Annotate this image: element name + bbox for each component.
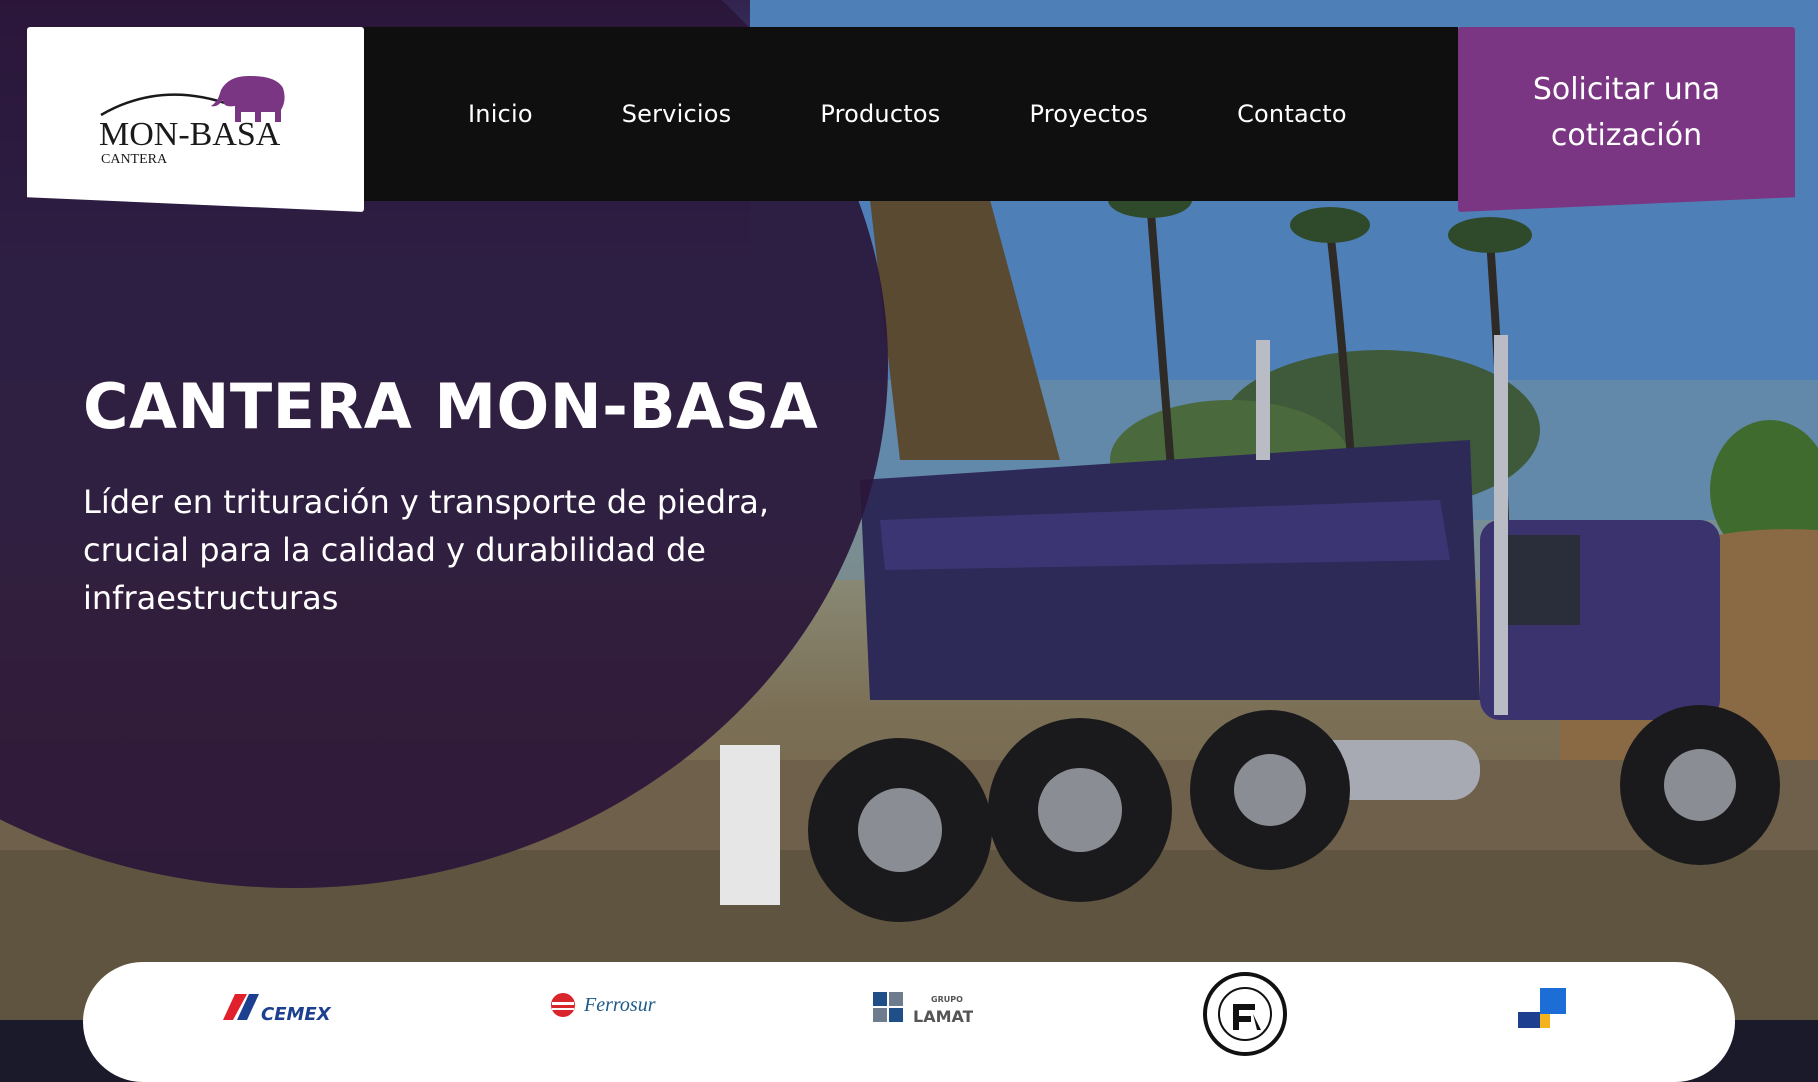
- request-quote-label: Solicitar una cotización: [1532, 72, 1721, 153]
- request-quote-button[interactable]: Solicitar una cotización: [1458, 27, 1795, 212]
- blue-squares-logo-icon: [1518, 988, 1566, 1028]
- svg-text:CEMEX: CEMEX: [261, 1004, 332, 1024]
- ferrosur-text: Ferrosur: [584, 994, 656, 1016]
- partner-concreto[interactable]: [1203, 972, 1287, 1056]
- hero-subtitle: Líder en trituración y transporte de pie…: [83, 483, 770, 617]
- partner-cemex[interactable]: CEMEX: [223, 990, 333, 1030]
- main-nav: Inicio Servicios Productos Proyectos Con…: [364, 27, 1458, 201]
- svg-text:MON-BASA: MON-BASA: [99, 116, 281, 153]
- nav-item-productos[interactable]: Productos: [820, 100, 940, 128]
- elephant-logo-icon: MON-BASA CANTERA: [99, 75, 285, 167]
- nav-item-contacto[interactable]: Contacto: [1237, 100, 1347, 128]
- partner-blue-squares[interactable]: [1518, 988, 1578, 1028]
- ferrosur-logo-icon: [551, 993, 575, 1017]
- hero-title: CANTERA MON-BASA: [83, 370, 819, 443]
- concreto-seal-icon: [1203, 972, 1287, 1056]
- nav-item-proyectos[interactable]: Proyectos: [1029, 100, 1148, 128]
- brand-logo[interactable]: MON-BASA CANTERA: [27, 27, 364, 212]
- partner-logos-strip: CEMEX Ferrosur GRUPO LAMAT: [83, 962, 1735, 1082]
- partner-lamat[interactable]: GRUPO LAMAT: [873, 990, 973, 1030]
- svg-text:CANTERA: CANTERA: [101, 152, 168, 167]
- svg-text:GRUPO: GRUPO: [931, 995, 963, 1004]
- nav-item-servicios[interactable]: Servicios: [622, 100, 732, 128]
- svg-text:LAMAT: LAMAT: [913, 1007, 973, 1024]
- lamat-logo-icon: GRUPO LAMAT: [873, 992, 973, 1024]
- nav-item-inicio[interactable]: Inicio: [468, 100, 533, 128]
- partner-ferrosur[interactable]: Ferrosur: [548, 990, 655, 1030]
- nav-list: Inicio Servicios Productos Proyectos Con…: [364, 27, 1458, 201]
- cemex-logo-icon: CEMEX: [223, 994, 332, 1024]
